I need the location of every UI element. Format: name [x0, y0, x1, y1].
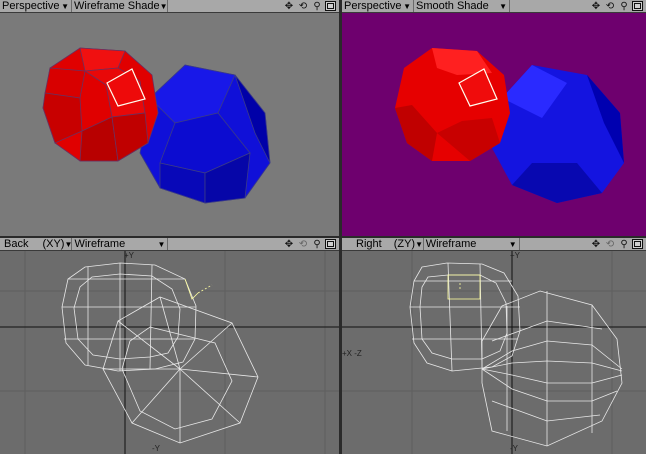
- view-type-label: Perspective: [2, 0, 60, 12]
- render-mode-dropdown[interactable]: Smooth Shade ▼: [414, 0, 510, 12]
- viewport-header: Perspective ▼ Smooth Shade ▼ ✥ ⟲ ⚲: [342, 0, 646, 13]
- wireframe-back-view: [0, 251, 339, 454]
- rotate-view-icon[interactable]: ⟲: [297, 1, 309, 12]
- grid: [0, 251, 339, 454]
- render-mode-dropdown[interactable]: Wireframe ▼: [72, 238, 169, 250]
- dropdown-arrow-icon: ▼: [157, 239, 166, 249]
- render-mode-label: Wireframe: [425, 238, 477, 250]
- maximize-view-icon[interactable]: [325, 239, 336, 249]
- viewport-canvas[interactable]: [0, 13, 339, 236]
- wireframe-right-view: [342, 251, 646, 454]
- zoom-view-icon[interactable]: ⚲: [311, 1, 323, 12]
- viewport-bottom-left[interactable]: Back (XY) ▼ Wireframe ▼ ✥ ⟲ ⚲ +Y -Y: [0, 238, 339, 454]
- viewport-canvas[interactable]: +Y -Y: [0, 251, 339, 454]
- rotate-view-icon[interactable]: ⟲: [604, 1, 616, 12]
- view-type-dropdown[interactable]: Perspective ▼: [0, 0, 72, 12]
- move-view-icon[interactable]: ✥: [590, 1, 602, 12]
- dropdown-arrow-icon: ▼: [508, 239, 517, 249]
- y-axis-top-label: +Y: [510, 251, 521, 260]
- render-mode-dropdown[interactable]: Wireframe ▼: [424, 238, 520, 250]
- move-view-icon[interactable]: ✥: [590, 239, 602, 250]
- render-mode-label: Smooth Shade: [416, 0, 489, 12]
- viewport-header: Right (ZY) ▼ Wireframe ▼ ✥ ⟲ ⚲: [342, 238, 646, 251]
- y-axis-bottom-label: -Y: [510, 444, 518, 453]
- rotate-view-icon: ⟲: [298, 238, 308, 250]
- dropdown-arrow-icon: ▼: [61, 1, 69, 11]
- viewport-top-left[interactable]: Perspective ▼ Wireframe Shade ▼ ✥ ⟲ ⚲: [0, 0, 339, 236]
- move-view-icon[interactable]: ✥: [283, 239, 295, 250]
- red-sphere-wireframe: [61, 262, 213, 372]
- zoom-view-icon[interactable]: ⚲: [618, 239, 630, 250]
- dropdown-arrow-icon: ▼: [159, 1, 168, 11]
- axis-plane-label: (ZY): [393, 238, 416, 250]
- render-mode-dropdown[interactable]: Wireframe Shade ▼: [72, 0, 168, 12]
- zoom-view-icon[interactable]: ⚲: [618, 1, 630, 12]
- y-axis-bottom-label: -Y: [152, 444, 160, 453]
- rotate-view-icon: ⟲: [605, 238, 615, 250]
- red-sphere: [395, 48, 510, 161]
- viewport-header: Perspective ▼ Wireframe Shade ▼ ✥ ⟲ ⚲: [0, 0, 339, 13]
- view-type-label: Perspective: [344, 0, 402, 12]
- blue-sphere-wireframe: [481, 290, 623, 447]
- axis-plane-dropdown[interactable]: (ZY) ▼: [392, 238, 424, 250]
- axis-plane-dropdown[interactable]: (XY) ▼: [40, 238, 73, 250]
- red-sphere: [42, 47, 159, 162]
- grid: [342, 251, 646, 454]
- blue-sphere: [139, 64, 271, 204]
- zoom-view-icon[interactable]: ⚲: [311, 239, 323, 250]
- smooth-scene: [395, 48, 624, 203]
- render-mode-label: Wireframe Shade: [74, 0, 160, 12]
- viewport-canvas[interactable]: +X -Z +Y -Y: [342, 251, 646, 454]
- blue-sphere-wireframe: [102, 296, 259, 444]
- shaded-scene: [42, 47, 271, 204]
- viewport-top-right[interactable]: Perspective ▼ Smooth Shade ▼ ✥ ⟲ ⚲: [342, 0, 646, 236]
- maximize-view-icon[interactable]: [632, 1, 643, 11]
- view-type-label[interactable]: Back: [0, 238, 32, 250]
- maximize-view-icon[interactable]: [632, 239, 643, 249]
- horizontal-axis-label: +X -Z: [342, 349, 362, 358]
- view-type-label[interactable]: Right: [342, 238, 386, 250]
- viewport-header: Back (XY) ▼ Wireframe ▼ ✥ ⟲ ⚲: [0, 238, 339, 251]
- move-view-icon[interactable]: ✥: [283, 1, 295, 12]
- maximize-view-icon[interactable]: [325, 1, 336, 11]
- dropdown-arrow-icon: ▼: [499, 1, 507, 11]
- viewport-canvas[interactable]: [342, 13, 646, 236]
- render-mode-label: Wireframe: [74, 238, 126, 250]
- axis-plane-label: (XY): [42, 238, 65, 250]
- blue-sphere: [492, 65, 624, 203]
- view-type-dropdown[interactable]: Perspective ▼: [342, 0, 414, 12]
- dropdown-arrow-icon: ▼: [403, 1, 411, 11]
- y-axis-top-label: +Y: [124, 251, 135, 260]
- red-sphere-wireframe: [409, 262, 521, 372]
- viewport-bottom-right[interactable]: Right (ZY) ▼ Wireframe ▼ ✥ ⟲ ⚲ +X -Z +Y …: [342, 238, 646, 454]
